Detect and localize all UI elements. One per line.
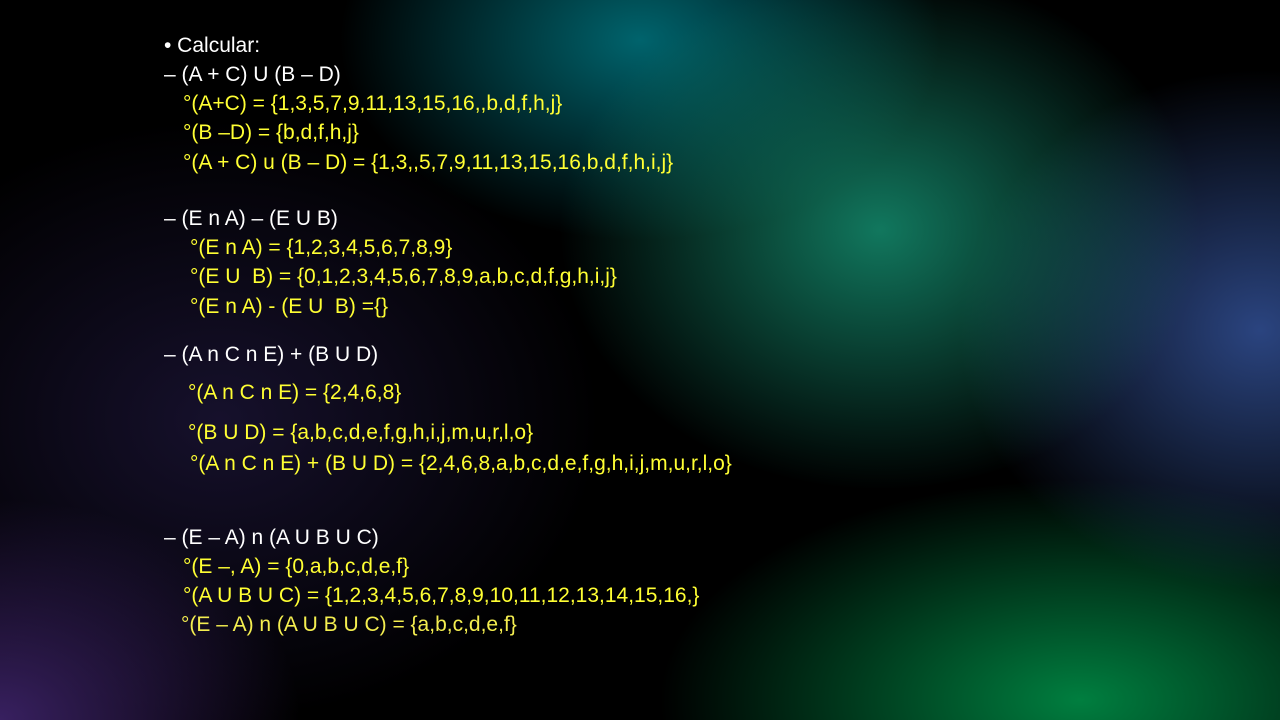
section-2-line-3: °(E n A) - (E U B) ={} <box>190 295 389 318</box>
section-1-line-1: °(A+C) = {1,3,5,7,9,11,13,15,16,,b,d,f,h… <box>183 92 563 115</box>
section-3-line-3: °(A n C n E) + (B U D) = {2,4,6,8,a,b,c,… <box>190 452 732 475</box>
section-1-line-2: °(B –D) = {b,d,f,h,j} <box>183 121 359 144</box>
section-4-line-3: °(E – A) n (A U B U C) = {a,b,c,d,e,f} <box>181 613 517 636</box>
section-2-line-2: °(E U B) = {0,1,2,3,4,5,6,7,8,9,a,b,c,d,… <box>190 265 617 288</box>
section-2-line-1: °(E n A) = {1,2,3,4,5,6,7,8,9} <box>190 236 453 259</box>
slide-heading: • Calcular: <box>164 34 261 57</box>
section-4-line-2: °(A U B U C) = {1,2,3,4,5,6,7,8,9,10,11,… <box>183 584 700 607</box>
section-1-line-3: °(A + C) u (B – D) = {1,3,,5,7,9,11,13,1… <box>183 151 674 174</box>
slide-content: • Calcular: – (A + C) U (B – D) °(A+C) =… <box>0 0 1280 720</box>
section-4-title: – (E – A) n (A U B U C) <box>164 526 379 549</box>
section-3-line-2: °(B U D) = {a,b,c,d,e,f,g,h,i,j,m,u,r,l,… <box>188 421 534 444</box>
section-4-line-1: °(E –, A) = {0,a,b,c,d,e,f} <box>183 555 410 578</box>
section-1-title: – (A + C) U (B – D) <box>164 63 341 86</box>
section-2-title: – (E n A) – (E U B) <box>164 207 338 230</box>
section-3-title: – (A n C n E) + (B U D) <box>164 343 379 366</box>
section-3-line-1: °(A n C n E) = {2,4,6,8} <box>188 381 402 404</box>
